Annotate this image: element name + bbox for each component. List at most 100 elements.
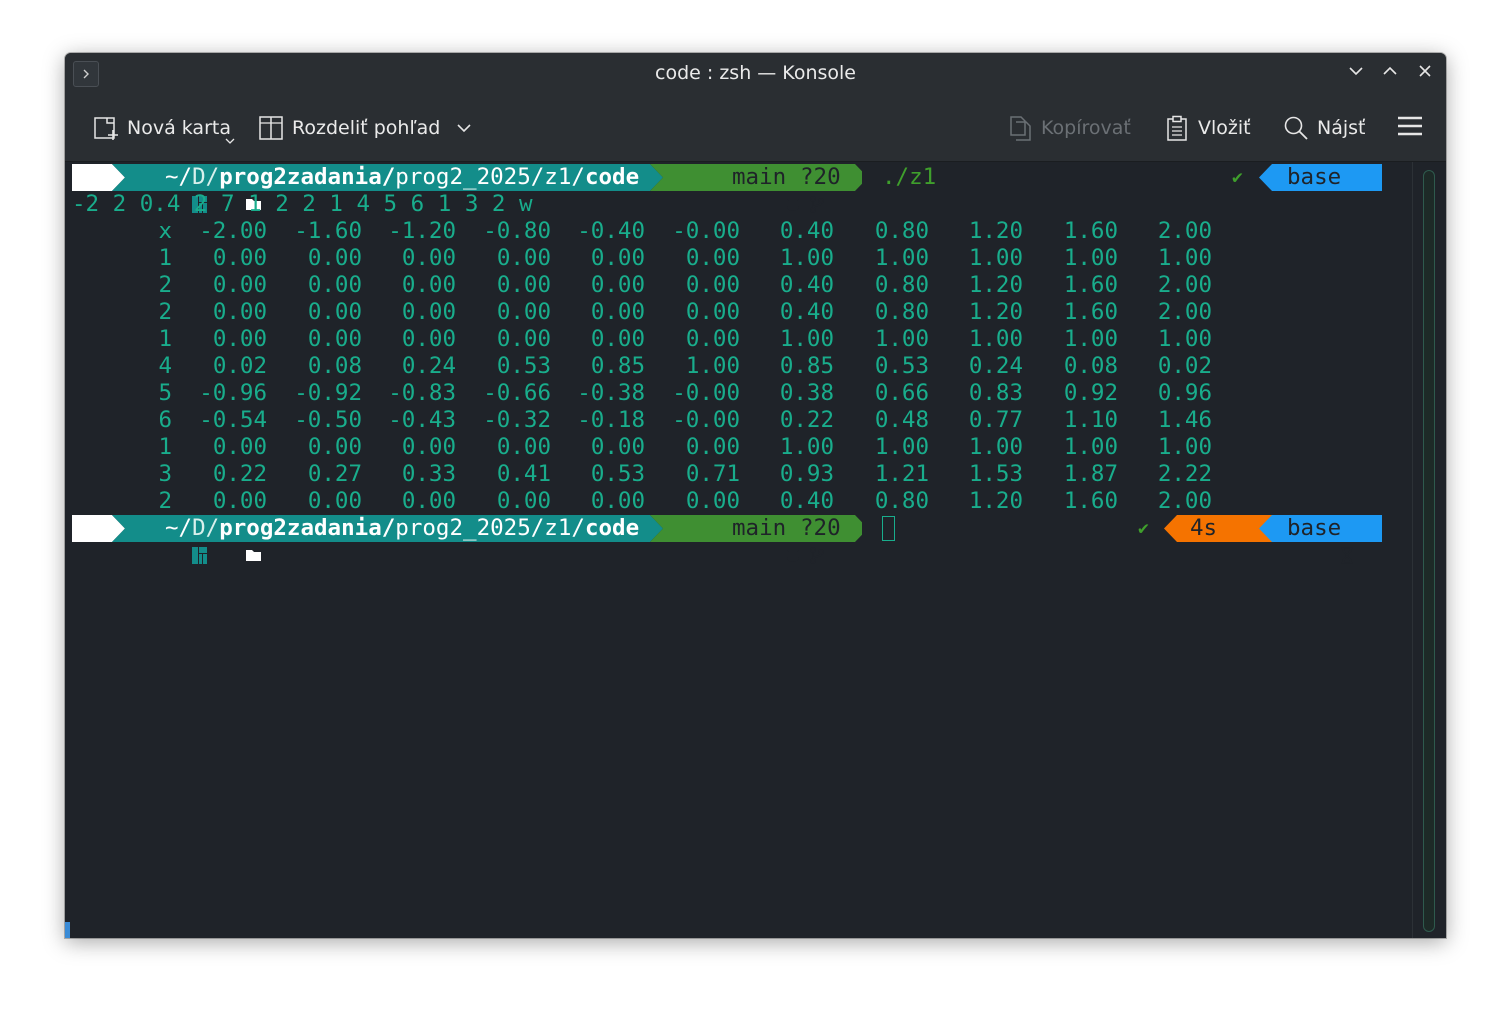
table-cell: 0.00	[496, 272, 551, 298]
paste-button[interactable]: Vložiť	[1163, 115, 1251, 141]
terminal-cursor[interactable]	[882, 516, 895, 541]
konsole-window: code : zsh — Konsole Nová karta Rozdeliť…	[65, 53, 1446, 938]
scrollbar-thumb[interactable]	[1423, 170, 1435, 932]
table-cell: 0.33	[401, 461, 456, 487]
table-cell: -0.40	[577, 218, 645, 244]
table-cell: 0.00	[590, 434, 645, 460]
split-view-button[interactable]: Rozdeliť pohľad	[257, 115, 472, 141]
table-cell: 0.00	[685, 272, 740, 298]
command-text: ./z1	[882, 164, 937, 190]
table-cell: 0.00	[590, 326, 645, 352]
copy-label: Kopírovať	[1041, 117, 1131, 139]
table-cell: -0.38	[577, 380, 645, 406]
table-cell: 0.08	[307, 353, 362, 379]
table-cell: -1.60	[294, 218, 362, 244]
path-prog2zadania: prog2zadania/	[219, 164, 396, 190]
path-rest: prog2_2025/z1/	[395, 164, 585, 190]
table-cell: 1.53	[968, 461, 1023, 487]
table-cell: 1.46	[1157, 407, 1212, 433]
table-cell: 0.40	[779, 488, 834, 514]
search-icon	[1282, 115, 1310, 141]
table-cell: 1.00	[1063, 245, 1118, 271]
table-cell: 0.00	[212, 326, 267, 352]
table-cell: 0.41	[496, 461, 551, 487]
terminal-area[interactable]: ~/D/prog2zadania/prog2_2025/z1/code main…	[65, 162, 1413, 938]
paste-label: Vložiť	[1198, 117, 1251, 139]
table-cell: 0.00	[307, 434, 362, 460]
find-button[interactable]: Nájsť	[1282, 115, 1365, 141]
git-status: ?20	[800, 164, 841, 190]
split-view-icon	[257, 115, 285, 141]
status-ok-icon: ✔	[1232, 167, 1243, 188]
table-cell: 0.00	[401, 245, 456, 271]
row-label: 2	[158, 272, 172, 298]
path-d: D/	[192, 164, 220, 190]
table-cell: 1.00	[874, 245, 929, 271]
table-cell: 1.00	[968, 326, 1023, 352]
table-cell: 1.00	[685, 353, 740, 379]
copy-button[interactable]: Kopírovať	[1006, 115, 1131, 141]
table-row: 2 0.00 0.00 0.00 0.00 0.00 0.00 0.40 0.80 1.20 1.6…	[72, 299, 1272, 326]
table-cell: 1.00	[968, 434, 1023, 460]
table-cell: 0.00	[590, 299, 645, 325]
row-label: 4	[158, 353, 172, 379]
row-label: 1	[158, 434, 172, 460]
clipboard-icon	[1163, 115, 1191, 141]
table-cell: -0.80	[483, 218, 551, 244]
row-label: x	[158, 218, 172, 244]
table-cell: 0.66	[874, 380, 929, 406]
table-row: 2 0.00 0.00 0.00 0.00 0.00 0.00 0.40 0.80 1.20 1.6…	[72, 488, 1272, 515]
table-cell: -0.00	[672, 407, 740, 433]
table-cell: -0.00	[672, 380, 740, 406]
close-button[interactable]	[1415, 63, 1435, 83]
table-cell: 0.71	[685, 461, 740, 487]
table-cell: 1.60	[1063, 299, 1118, 325]
new-tab-icon	[92, 115, 120, 141]
prompt-path: ~/D/prog2zadania/prog2_2025/z1/code	[165, 515, 639, 542]
table-cell: 0.00	[401, 434, 456, 460]
table-cell: 0.22	[779, 407, 834, 433]
table-cell: 1.60	[1063, 272, 1118, 298]
table-cell: 1.00	[874, 326, 929, 352]
chevron-down-icon	[1347, 62, 1365, 84]
table-cell: 0.02	[1157, 353, 1212, 379]
table-cell: 1.87	[1063, 461, 1118, 487]
row-label: 6	[158, 407, 172, 433]
row-label: 3	[158, 461, 172, 487]
table-cell: 1.00	[1157, 245, 1212, 271]
table-cell: 0.00	[496, 434, 551, 460]
table-cell: 1.60	[1063, 218, 1118, 244]
table-cell: 0.00	[496, 326, 551, 352]
hamburger-menu-icon	[1397, 115, 1423, 142]
table-cell: 1.00	[1063, 434, 1118, 460]
table-cell: 1.00	[968, 245, 1023, 271]
input-echo-line: -2 2 0.4 2 7 1 2 2 1 4 5 6 1 3 2 w	[72, 191, 533, 217]
table-cell: 0.92	[1063, 380, 1118, 406]
table-cell: 0.00	[307, 488, 362, 514]
table-cell: 0.85	[779, 353, 834, 379]
maximize-button[interactable]	[1380, 63, 1400, 83]
minimize-button[interactable]	[1346, 63, 1366, 83]
table-cell: 0.00	[590, 488, 645, 514]
table-cell: 2.00	[1157, 218, 1212, 244]
new-tab-label: Nová karta	[127, 117, 231, 139]
status-ok-icon: ✔	[1138, 518, 1149, 539]
table-cell: 0.40	[779, 299, 834, 325]
table-row: 6 -0.54 -0.50 -0.43 -0.32 -0.18 -0.00 0.22 0.48 0…	[72, 407, 1272, 434]
table-cell: 0.53	[496, 353, 551, 379]
split-view-label: Rozdeliť pohľad	[292, 117, 441, 139]
conda-env-label: base	[1287, 164, 1342, 190]
new-tab-button[interactable]: Nová karta	[92, 115, 235, 144]
table-cell: 1.21	[874, 461, 929, 487]
table-cell: 1.00	[1157, 326, 1212, 352]
vertical-scrollbar[interactable]	[1412, 162, 1446, 938]
table-row: 5 -0.96 -0.92 -0.83 -0.66 -0.38 -0.00 0.38 0.66 0…	[72, 380, 1272, 407]
table-cell: 0.80	[874, 272, 929, 298]
hamburger-menu-button[interactable]	[1397, 115, 1423, 141]
table-cell: -0.43	[388, 407, 456, 433]
window-title: code : zsh — Konsole	[655, 62, 856, 84]
table-cell: 1.10	[1063, 407, 1118, 433]
table-cell: -2.00	[199, 218, 267, 244]
table-cell: 0.08	[1063, 353, 1118, 379]
table-cell: 0.80	[874, 299, 929, 325]
